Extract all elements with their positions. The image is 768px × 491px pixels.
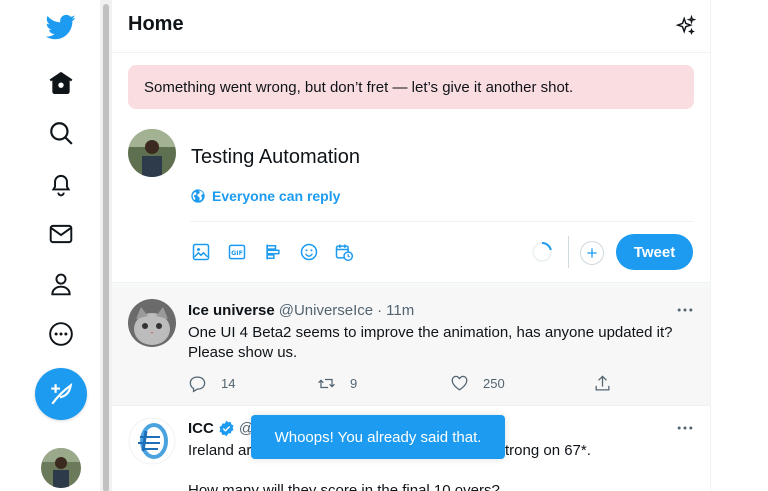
share-icon [595,375,610,391]
compose-tweet-button[interactable] [35,368,87,420]
toast-notification: Whoops! You already said that. [251,415,505,459]
tweet-author-handle[interactable]: @UniverseIce [279,302,373,319]
poll-icon[interactable] [261,240,285,264]
sidebar-nav [0,0,100,491]
bell-icon[interactable] [36,159,86,209]
tweet-actions: 14 9 250 [188,374,628,394]
retweet-count: 9 [350,376,358,391]
page-title: Home [128,13,184,35]
share-button[interactable] [593,374,612,393]
tweet-avatar[interactable] [128,299,176,347]
tweet-button[interactable]: Tweet [616,234,693,270]
reply-button[interactable]: 14 [188,374,235,393]
sparkle-icon[interactable] [675,15,697,37]
tweet-text: One UI 4 Beta2 seems to improve the anim… [188,324,673,361]
schedule-icon[interactable] [332,240,356,264]
account-avatar[interactable] [41,448,81,488]
tweet[interactable]: Ice universe @UniverseIce · 11m One UI 4… [112,288,710,406]
toolbar-divider [568,236,569,268]
tweet-author-name[interactable]: Ice universe [188,302,275,319]
composer-divider [190,221,694,222]
composer-avatar [128,129,176,177]
reply-count: 14 [221,376,236,391]
tweet-header: Ice universe @UniverseIce · 11m [188,302,414,319]
person-icon[interactable] [36,259,86,309]
tweet-author-name[interactable]: ICC [188,420,214,437]
tweet-text-line-end: trong on 67*. [505,442,591,459]
like-button[interactable]: 250 [450,374,505,393]
more-options-icon[interactable] [675,300,695,320]
plus-icon [587,248,597,258]
retweet-button[interactable]: 9 [317,374,357,393]
more-options-icon[interactable] [675,418,695,438]
image-icon[interactable] [189,240,213,264]
heart-icon [451,375,468,391]
search-icon[interactable] [36,108,86,158]
svg-text:GIF: GIF [231,250,243,257]
tweet-timestamp[interactable]: 11m [386,302,414,319]
separator-dot: · [377,302,383,319]
tweet-text-line-start: Ireland ar [188,442,252,459]
verified-badge-icon [219,420,234,437]
character-count-progress [532,241,552,262]
reply-icon [189,376,206,393]
tweet-header: ICC @ [188,420,254,437]
twitter-logo-icon[interactable] [36,2,86,52]
add-tweet-button[interactable] [580,241,604,265]
error-banner: Something went wrong, but don’t fret — l… [128,65,694,109]
scrollbar-thumb[interactable] [103,4,109,491]
emoji-icon[interactable] [297,240,321,264]
mail-icon[interactable] [36,209,86,259]
gif-icon[interactable]: GIF [225,240,249,264]
tweet-avatar[interactable] [128,417,176,465]
tweet-text-line: How many will they score in the final 10… [188,482,500,491]
retweet-icon [318,378,335,389]
more-circle-icon[interactable] [36,309,86,359]
timeline-header: Home [112,0,710,53]
like-count: 250 [483,376,505,391]
feather-plus-icon [51,382,73,405]
globe-icon [191,189,205,203]
reply-setting-button[interactable]: Everyone can reply [190,188,340,204]
tweet-textarea[interactable]: Testing Automation [191,146,360,169]
home-icon[interactable] [36,58,86,108]
reply-setting-label: Everyone can reply [212,188,341,204]
